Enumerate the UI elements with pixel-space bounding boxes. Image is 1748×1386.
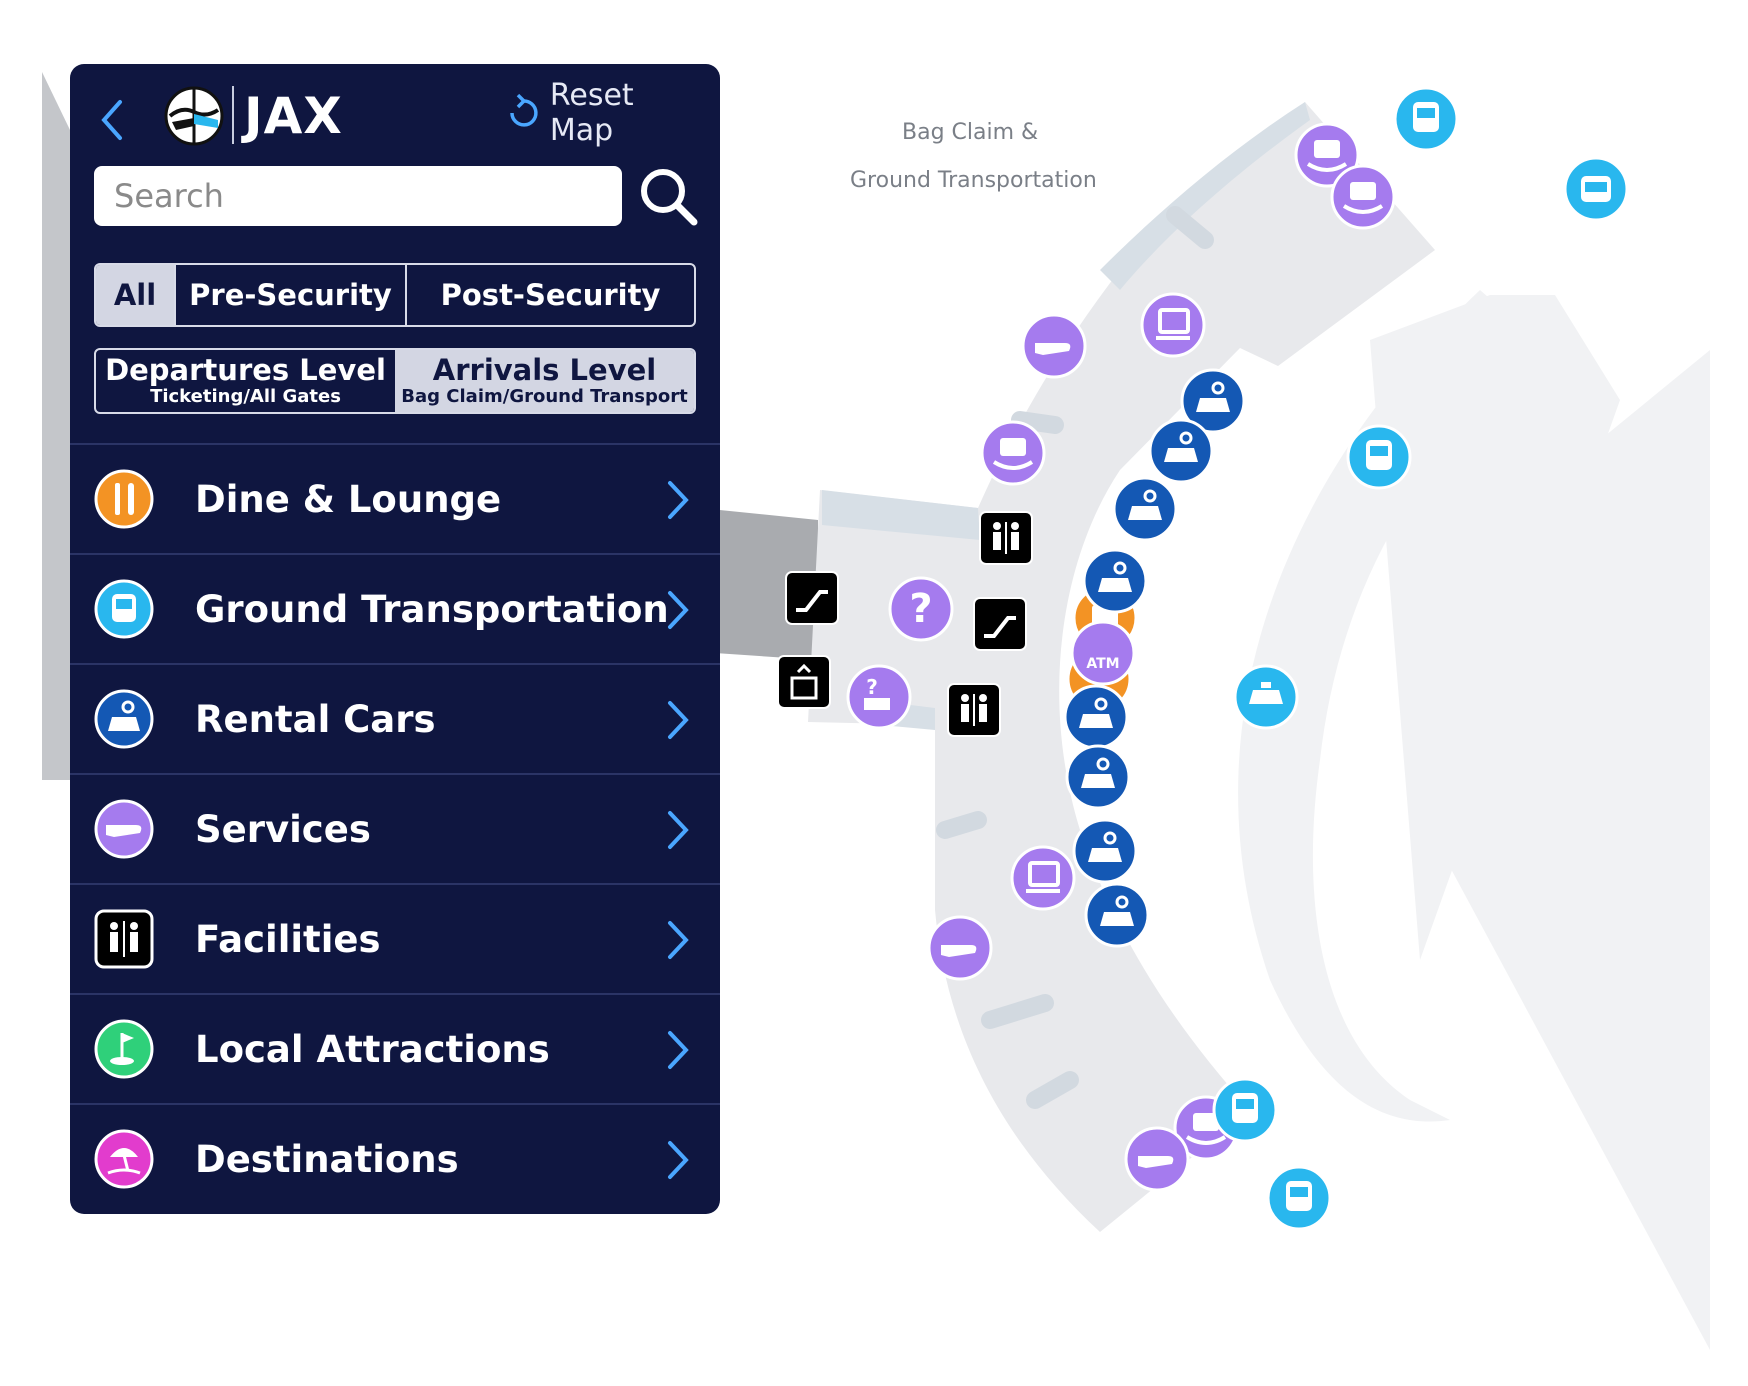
- beach-umbrella-icon: [94, 1129, 154, 1189]
- fork-knife-icon: [94, 469, 154, 529]
- level-departures-title: Departures Level: [105, 353, 386, 387]
- elevator-marker[interactable]: [776, 654, 832, 710]
- category-label: Services: [195, 807, 371, 851]
- search-icon[interactable]: [636, 164, 700, 228]
- luggage-cart-marker[interactable]: [1140, 292, 1206, 358]
- level-selector: Departures Level Ticketing/All Gates Arr…: [94, 348, 696, 414]
- chevron-right-icon: [668, 591, 689, 629]
- level-arrivals-subtitle: Bag Claim/Ground Transport: [401, 386, 688, 407]
- svg-text:?: ?: [866, 675, 878, 699]
- service-hand-marker[interactable]: [1021, 313, 1087, 379]
- rental-car-marker[interactable]: [1112, 476, 1178, 542]
- lost-found-marker[interactable]: ?: [846, 664, 912, 730]
- escalator-marker[interactable]: [784, 570, 840, 626]
- level-arrivals[interactable]: Arrivals Level Bag Claim/Ground Transpor…: [395, 350, 694, 412]
- category-services[interactable]: Services: [70, 773, 720, 883]
- category-rental-cars[interactable]: Rental Cars: [70, 663, 720, 773]
- category-destinations[interactable]: Destinations: [70, 1103, 720, 1213]
- baggage-service-marker[interactable]: [1330, 164, 1396, 230]
- hand-icon: [94, 799, 154, 859]
- level-departures[interactable]: Departures Level Ticketing/All Gates: [96, 350, 395, 412]
- escalator-marker[interactable]: [972, 596, 1028, 652]
- chevron-right-icon: [668, 1141, 689, 1179]
- bus-marker[interactable]: [1266, 1165, 1332, 1231]
- golf-icon: [94, 1019, 154, 1079]
- chevron-right-icon: [668, 921, 689, 959]
- map-area-label-line2: Ground Transportation: [850, 168, 1097, 193]
- back-chevron-icon[interactable]: [92, 92, 132, 148]
- category-label: Local Attractions: [195, 1027, 550, 1071]
- category-label: Dine & Lounge: [195, 477, 502, 521]
- information-marker[interactable]: ?: [888, 576, 954, 642]
- chevron-right-icon: [668, 811, 689, 849]
- service-hand-marker[interactable]: [1124, 1126, 1190, 1192]
- search-input[interactable]: [94, 166, 622, 226]
- filter-post-security[interactable]: Post-Security: [407, 265, 694, 325]
- baggage-service-marker[interactable]: [980, 420, 1046, 486]
- map-area-label-line1: Bag Claim &: [902, 120, 1039, 145]
- category-facilities[interactable]: Facilities: [70, 883, 720, 993]
- parking-shuttle-marker[interactable]: [1563, 156, 1629, 222]
- reset-map-button[interactable]: Reset Map: [506, 78, 706, 148]
- category-list: Dine & Lounge Ground Transportation Rent…: [70, 443, 720, 1213]
- category-label: Rental Cars: [195, 697, 436, 741]
- chevron-right-icon: [668, 701, 689, 739]
- rental-car-marker[interactable]: [1084, 882, 1150, 948]
- luggage-cart-marker[interactable]: [1010, 845, 1076, 911]
- security-filter: All Pre-Security Post-Security: [94, 263, 696, 327]
- taxi-marker[interactable]: [1233, 664, 1299, 730]
- service-hand-marker[interactable]: [927, 915, 993, 981]
- header-divider: [232, 86, 234, 144]
- bus-icon: [94, 579, 154, 639]
- category-ground-transportation[interactable]: Ground Transportation: [70, 553, 720, 663]
- bus-marker[interactable]: [1346, 424, 1412, 490]
- restroom-marker[interactable]: [978, 510, 1034, 566]
- svg-text:?: ?: [909, 586, 932, 632]
- directory-panel: JAX Reset Map All Pre-Security Post-Secu…: [70, 64, 720, 1214]
- svg-text:ATM: ATM: [1086, 656, 1119, 672]
- rental-car-marker[interactable]: [1063, 684, 1129, 750]
- rental-car-marker[interactable]: [1148, 418, 1214, 484]
- rental-car-marker[interactable]: [1065, 744, 1131, 810]
- filter-pre-security[interactable]: Pre-Security: [176, 265, 407, 325]
- reset-map-label: Reset Map: [549, 78, 634, 148]
- category-label: Ground Transportation: [195, 587, 669, 631]
- filter-all[interactable]: All: [96, 265, 176, 325]
- level-departures-subtitle: Ticketing/All Gates: [150, 386, 341, 407]
- chevron-right-icon: [668, 1031, 689, 1069]
- category-dine-lounge[interactable]: Dine & Lounge: [70, 443, 720, 553]
- restroom-marker[interactable]: [946, 682, 1002, 738]
- rental-car-icon: [94, 689, 154, 749]
- atm-marker[interactable]: ATM: [1070, 620, 1136, 686]
- category-label: Facilities: [195, 917, 381, 961]
- airport-code: JAX: [244, 87, 343, 145]
- category-local-attractions[interactable]: Local Attractions: [70, 993, 720, 1103]
- rental-car-marker[interactable]: [1072, 818, 1138, 884]
- rental-car-marker[interactable]: [1082, 548, 1148, 614]
- map-wall: [42, 72, 70, 780]
- category-label: Destinations: [195, 1137, 459, 1181]
- bus-marker[interactable]: [1212, 1077, 1278, 1143]
- airport-logo-icon: [164, 86, 224, 146]
- level-arrivals-title: Arrivals Level: [432, 353, 657, 387]
- restroom-icon: [94, 909, 154, 969]
- refresh-icon: [510, 93, 538, 127]
- bus-marker[interactable]: [1393, 86, 1459, 152]
- chevron-right-icon: [668, 481, 689, 519]
